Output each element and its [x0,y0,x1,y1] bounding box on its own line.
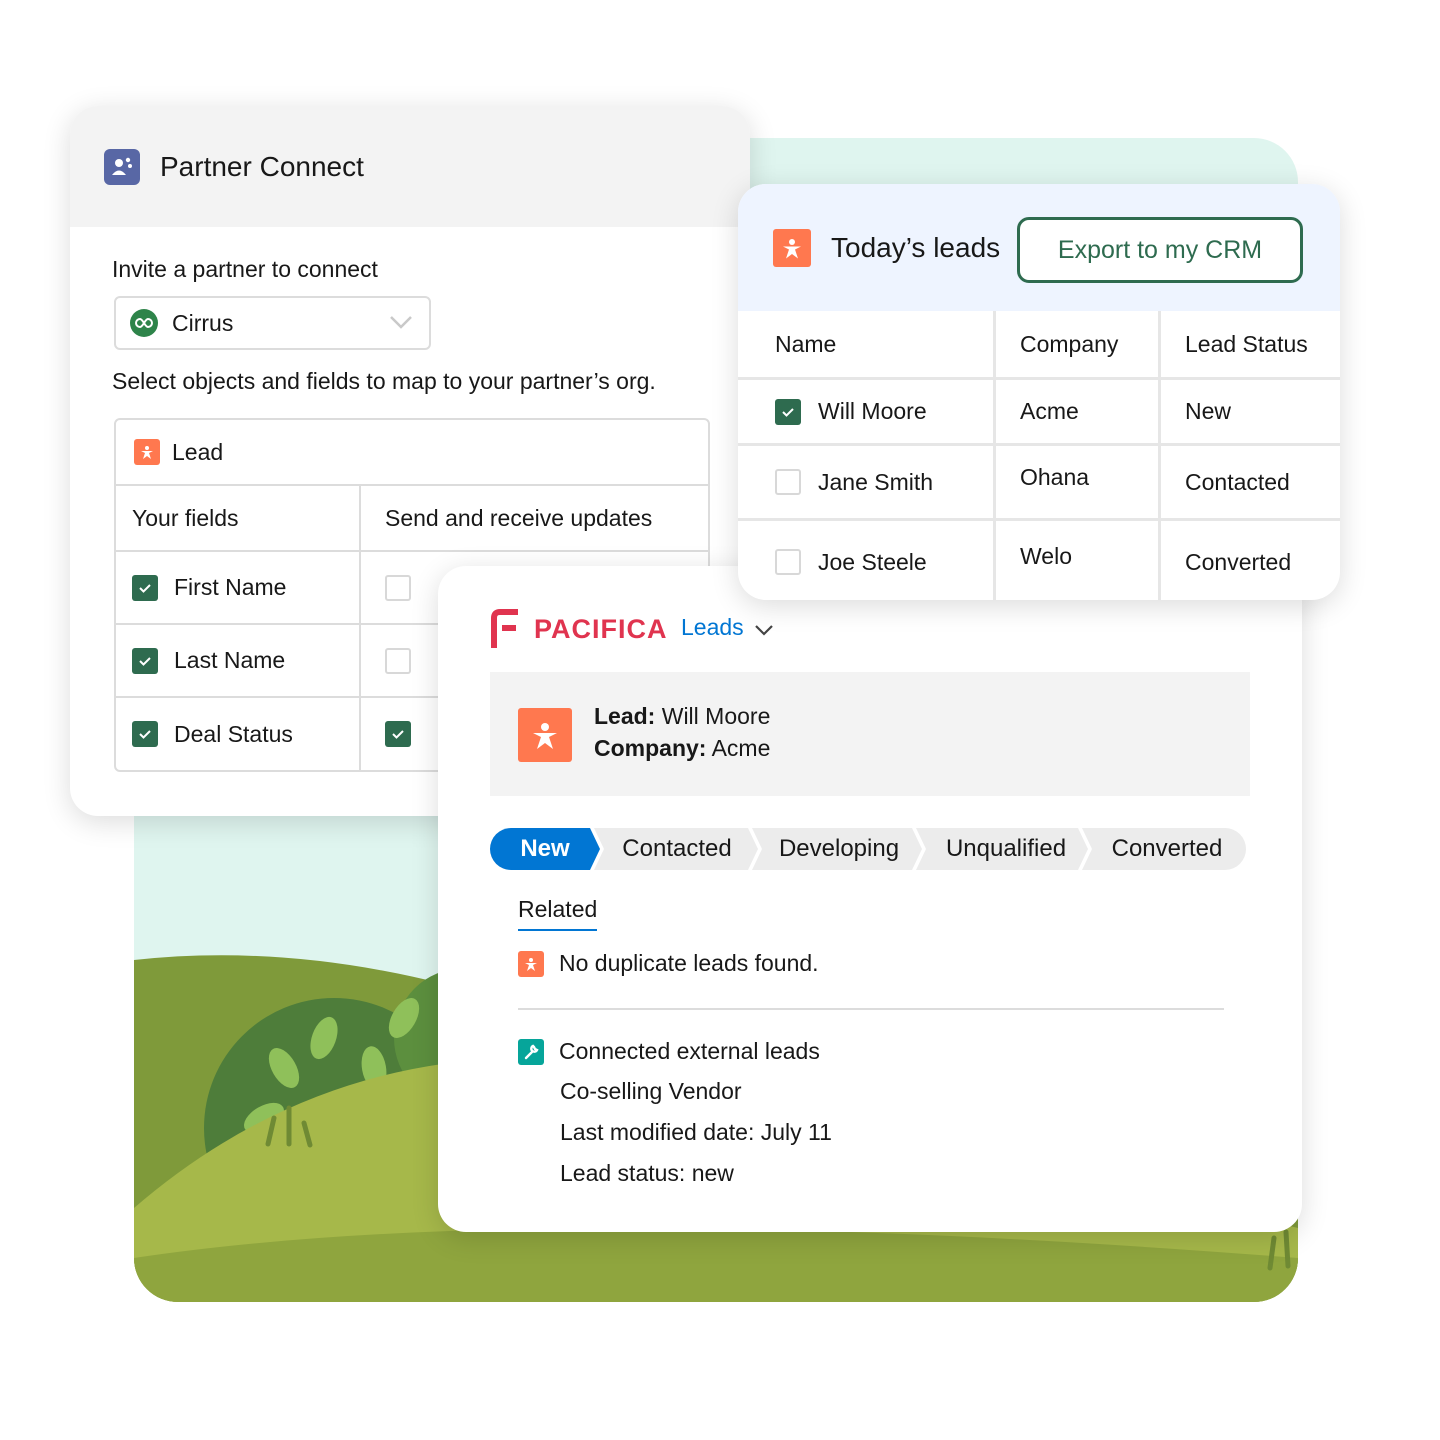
name-cell: Will Moore [738,380,996,443]
leads-table: Name Company Lead Status Will Moore Acme… [738,311,1340,600]
path-step-new[interactable]: New [490,828,600,870]
lead-label: Lead: [594,703,656,729]
column-header: Company [996,311,1161,377]
column-header: Send and receive updates [385,504,653,531]
lead-icon [518,950,544,977]
partner-select[interactable]: Cirrus [114,296,431,350]
invite-label: Invite a partner to connect [112,256,378,282]
external-vendor: Co-selling Vendor [560,1078,742,1104]
company-line: Company: Acme [594,735,770,762]
partner-connect-header: Partner Connect [70,106,750,227]
object-name: Lead [172,438,224,465]
table-row[interactable]: Will Moore Acme New [738,380,1340,446]
field-cell: First Name [116,552,361,623]
checkbox-icon[interactable] [385,721,411,747]
external-leads-header: Connected external leads [518,1038,820,1065]
partner-connect-icon [104,148,140,185]
company-cell: Ohana [996,446,1161,518]
lead-name: Will Moore [818,398,927,424]
pacifica-lead-record: PACIFICA Leads Lead: Will Moore Company:… [438,566,1302,1232]
status-cell: Converted [1185,548,1292,575]
leads-nav-label: Leads [681,614,744,640]
tab-related[interactable]: Related [518,896,598,931]
path-step-converted[interactable]: Converted [1092,828,1242,870]
lead-icon [773,228,811,267]
todays-leads-panel: Today’s leads Export to my CRM Name Comp… [738,184,1340,600]
partner-connect-title: Partner Connect [160,150,364,182]
checkbox-icon[interactable] [775,469,801,495]
name-cell: Joe Steele [738,521,996,600]
export-to-crm-button[interactable]: Export to my CRM [1017,217,1303,283]
lead-summary: Lead: Will Moore Company: Acme [490,672,1250,796]
checkbox-icon[interactable] [775,398,801,425]
lead-name: Joe Steele [818,548,927,575]
chevron-down-icon [754,624,773,636]
leads-nav-menu[interactable]: Leads [681,614,776,641]
checkbox-icon[interactable] [385,647,411,674]
pacifica-brand: PACIFICA [490,608,668,650]
chevron-down-icon [390,316,412,329]
table-header-row: Name Company Lead Status [738,311,1340,380]
table-header-row: Your fields Send and receive updates [116,486,708,552]
duplicate-notice: No duplicate leads found. [518,950,819,977]
status-path: New Contacted Developing Unqualified Con… [490,828,1246,870]
lead-icon [134,439,160,465]
todays-leads-header: Today’s leads Export to my CRM [738,184,1340,311]
table-row[interactable]: Jane Smith Ohana Contacted [738,446,1340,521]
partner-select-value: Cirrus [172,309,234,336]
column-header: Name [738,311,996,377]
name-cell: Jane Smith [738,446,996,518]
company-cell: Acme [996,380,1161,443]
path-step-developing[interactable]: Developing [762,828,916,870]
lead-name: Jane Smith [818,468,934,495]
map-instructions: Select objects and fields to map to your… [112,368,656,394]
todays-leads-title: Today’s leads [831,231,1001,263]
object-header: Lead [116,420,708,486]
field-label: First Name [174,574,287,600]
lead-name: Will Moore [661,703,771,729]
status-cell: Contacted [1185,468,1290,495]
company-label: Company: [594,735,707,761]
table-row[interactable]: Joe Steele Welo Converted [738,521,1340,600]
column-header: Lead Status [1185,330,1308,357]
checkbox-icon[interactable] [385,574,411,601]
path-step-unqualified[interactable]: Unqualified [926,828,1086,870]
divider [518,1008,1224,1010]
cirrus-logo-icon [130,309,158,337]
wrench-icon [518,1038,544,1065]
duplicate-message: No duplicate leads found. [559,950,819,976]
company-name: Acme [711,735,771,761]
path-step-contacted[interactable]: Contacted [604,828,750,870]
external-leads-title: Connected external leads [559,1038,820,1064]
company-cell: Welo [996,521,1161,600]
status-cell: New [1185,398,1232,424]
external-modified: Last modified date: July 11 [560,1119,832,1145]
lead-name-line: Lead: Will Moore [594,703,770,730]
pacifica-logo-icon [491,609,518,648]
field-label: Last Name [174,647,286,673]
checkbox-icon[interactable] [775,549,801,575]
checkbox-icon[interactable] [132,721,158,747]
column-header: Your fields [116,486,361,550]
checkbox-icon[interactable] [132,574,158,601]
checkbox-icon[interactable] [132,647,158,674]
field-cell: Last Name [116,625,361,696]
brand-name: PACIFICA [534,613,668,644]
field-label: Deal Status [174,720,293,747]
field-cell: Deal Status [116,698,361,770]
external-status: Lead status: new [560,1160,734,1186]
lead-icon [518,708,572,762]
